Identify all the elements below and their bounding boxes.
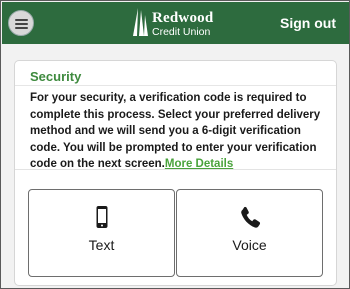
redwood-tree-logo-icon [133,8,148,36]
phone-handset-icon [241,206,261,228]
logo-subtitle: Credit Union [152,26,211,38]
card-title: Security [30,69,82,84]
top-header: Redwood Credit Union Sign out [2,2,349,44]
hamburger-menu-icon-line [15,23,28,25]
security-message: For your security, a verification code i… [30,90,330,173]
sign-out-link[interactable]: Sign out [280,15,336,31]
divider [15,85,336,86]
option-label: Voice [232,237,267,253]
mobile-phone-icon [96,206,108,228]
option-label: Text [88,237,115,253]
text-option-button[interactable]: Text [28,189,175,277]
menu-button[interactable] [8,10,34,36]
voice-option-button[interactable]: Voice [176,189,323,277]
hamburger-menu-icon-line [15,27,28,29]
logo-name: Redwood [152,10,214,26]
divider [15,169,336,170]
redwood-logo[interactable]: Redwood Credit Union [130,7,234,39]
hamburger-menu-icon [15,19,28,21]
security-card: Security For your security, a verificati… [14,60,337,286]
app-frame: Redwood Credit Union Sign out Security F… [0,0,350,289]
